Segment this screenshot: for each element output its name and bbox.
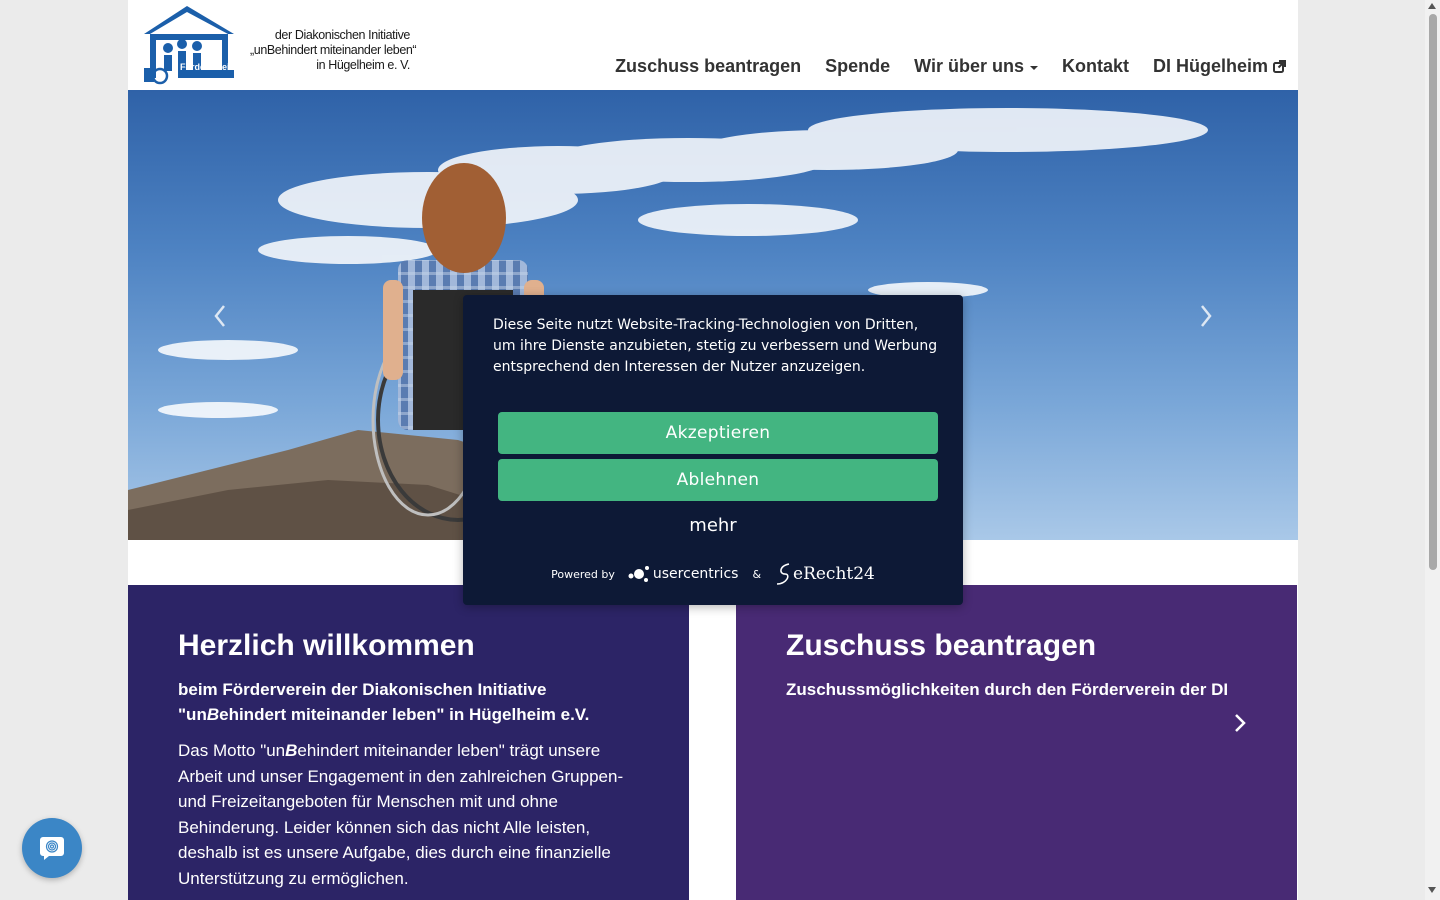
usercentrics-text: usercentrics xyxy=(652,566,739,582)
deny-button[interactable]: Ablehnen xyxy=(498,459,938,501)
logo-house-icon xyxy=(144,6,234,85)
cookie-message: Diese Seite nutzt Website-Tracking-Techn… xyxy=(493,317,938,375)
nav-label: Wir über uns xyxy=(914,56,1024,76)
welcome-subtitle: beim Förderverein der Diakonischen Initi… xyxy=(178,680,590,724)
cookie-consent-dialog: Diese Seite nutzt Website-Tracking-Techn… xyxy=(463,295,963,605)
nav-label: Kontakt xyxy=(1061,56,1129,76)
scroll-down-arrow-icon[interactable] xyxy=(1428,887,1436,893)
welcome-title: Herzlich willkommen xyxy=(178,629,475,662)
nav-item-wir-ueber-uns[interactable]: Wir über uns xyxy=(914,56,1038,77)
logo-badge-text: Förderverein xyxy=(180,62,236,72)
site-logo[interactable]: Förderverein der Diakonischen Initiative… xyxy=(142,4,417,86)
nav-item-spende[interactable]: Spende xyxy=(825,56,890,77)
erecht24-logo[interactable]: eRecht24 xyxy=(775,562,875,586)
grant-title: Zuschuss beantragen xyxy=(786,629,1097,662)
nav-item-kontakt[interactable]: Kontakt xyxy=(1062,56,1129,77)
logo-line: „unBehindert miteinander leben“ xyxy=(250,43,417,57)
chat-widget-button[interactable] xyxy=(22,818,82,878)
nav-item-di-huegelheim[interactable]: DI Hügelheim xyxy=(1153,56,1286,77)
scroll-thumb[interactable] xyxy=(1429,14,1437,570)
erecht24-swirl-icon xyxy=(776,563,790,585)
welcome-card: Herzlich willkommen beim Förderverein de… xyxy=(128,585,689,900)
nav-item-zuschuss[interactable]: Zuschuss beantragen xyxy=(615,56,801,77)
nav-label: Zuschuss beantragen xyxy=(615,56,802,76)
nav-label: DI Hügelheim xyxy=(1152,56,1268,76)
ampersand: & xyxy=(752,567,762,581)
usercentrics-dots-icon xyxy=(628,566,649,582)
logo-line: in Hügelheim e. V. xyxy=(316,58,410,72)
fingerprint-chat-icon xyxy=(40,837,64,860)
chevron-right-icon[interactable] xyxy=(1232,712,1248,734)
caret-down-icon xyxy=(1029,65,1038,70)
grant-card[interactable]: Zuschuss beantragen Zuschussmöglichkeite… xyxy=(736,585,1297,900)
usercentrics-logo[interactable]: usercentrics xyxy=(627,564,739,584)
powered-by-label: Powered by xyxy=(551,567,615,581)
scroll-up-arrow-icon[interactable] xyxy=(1428,3,1436,9)
external-link-icon xyxy=(1273,60,1286,73)
nav-label: Spende xyxy=(825,56,891,76)
chevron-left-icon[interactable] xyxy=(210,302,230,330)
powered-by: Powered by usercentrics & eRecht24 xyxy=(463,559,963,589)
welcome-body: Das Motto "unBehindert miteinander leben… xyxy=(178,741,624,888)
more-link[interactable]: mehr xyxy=(463,515,963,536)
erecht24-text: eRecht24 xyxy=(793,564,875,584)
logo-text: der Diakonischen Initiative „unBehindert… xyxy=(250,28,417,73)
accept-button[interactable]: Akzeptieren xyxy=(498,412,938,454)
grant-subtitle: Zuschussmöglichkeiten durch den Förderve… xyxy=(786,680,1229,699)
site-header: Förderverein der Diakonischen Initiative… xyxy=(128,0,1298,90)
page-scrollbar[interactable] xyxy=(1425,0,1440,900)
logo-line: der Diakonischen Initiative xyxy=(274,28,411,42)
main-nav: Zuschuss beantragen Spende Wir über uns … xyxy=(591,56,1286,77)
chevron-right-icon[interactable] xyxy=(1196,302,1216,330)
